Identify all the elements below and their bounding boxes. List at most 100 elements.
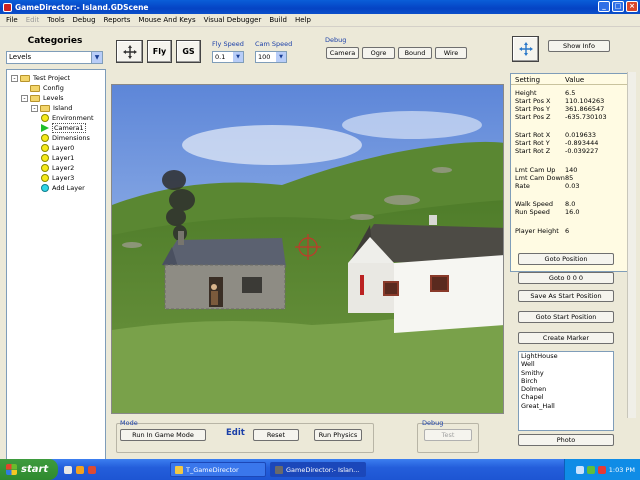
collapse-icon[interactable]: - bbox=[31, 104, 38, 112]
cam-speed-select[interactable]: 100 ▼ bbox=[255, 51, 287, 63]
property-row[interactable]: Start Rot Z -0.039227 bbox=[515, 147, 598, 155]
menu-file[interactable]: File bbox=[2, 16, 22, 24]
properties-toggle-button[interactable] bbox=[512, 36, 539, 62]
tree-node[interactable]: Camera1 bbox=[41, 123, 86, 133]
marker-list-item[interactable]: Great_Hall bbox=[519, 402, 613, 410]
media-player-icon[interactable] bbox=[88, 466, 96, 474]
close-button[interactable]: × bbox=[626, 1, 638, 12]
fly-button[interactable]: Fly bbox=[147, 40, 172, 63]
volume-icon[interactable] bbox=[586, 465, 595, 474]
property-value[interactable]: 16.0 bbox=[565, 208, 579, 216]
debug-camera-button[interactable]: Camera bbox=[326, 47, 359, 59]
property-row[interactable]: Walk Speed 8.0 bbox=[515, 200, 575, 208]
tree-node[interactable]: - Island bbox=[31, 103, 72, 113]
menu-reports[interactable]: Reports bbox=[100, 16, 135, 24]
property-value[interactable]: 0.019633 bbox=[565, 131, 596, 139]
tree-node[interactable]: Config bbox=[21, 83, 64, 93]
property-value[interactable]: -0.893444 bbox=[565, 139, 598, 147]
property-row[interactable]: Start Pos X 110.104263 bbox=[515, 97, 604, 105]
property-value[interactable]: 0.03 bbox=[565, 182, 579, 190]
goto-position-button[interactable]: Goto Position bbox=[518, 253, 614, 265]
gs-button[interactable]: GS bbox=[176, 40, 201, 63]
property-value[interactable]: 8.0 bbox=[565, 200, 575, 208]
property-row[interactable]: Player Height 6 bbox=[515, 227, 569, 235]
marker-list-item[interactable]: Birch bbox=[519, 377, 613, 385]
tree-node[interactable]: Environment bbox=[41, 113, 94, 123]
property-value[interactable]: 140 bbox=[565, 166, 577, 174]
category-select[interactable]: Levels ▼ bbox=[6, 51, 103, 64]
marker-list-item[interactable]: Smithy bbox=[519, 369, 613, 377]
network-icon[interactable] bbox=[575, 465, 584, 474]
desktop-icon[interactable] bbox=[64, 466, 72, 474]
move-tool-button[interactable] bbox=[116, 40, 143, 63]
goto-start-position-button[interactable]: Goto Start Position bbox=[518, 311, 614, 323]
run-in-game-mode-button[interactable]: Run In Game Mode bbox=[120, 429, 206, 441]
property-row[interactable]: Start Rot Y -0.893444 bbox=[515, 139, 598, 147]
test-button[interactable]: Test bbox=[424, 429, 472, 441]
debug-ogre-button[interactable]: Ogre bbox=[362, 47, 395, 59]
save-as-start-position-button[interactable]: Save As Start Position bbox=[518, 290, 614, 302]
marker-list-item[interactable]: Dolmen bbox=[519, 385, 613, 393]
tree-node[interactable]: - Levels bbox=[21, 93, 64, 103]
property-row[interactable]: Height 6.5 bbox=[515, 89, 575, 97]
tree-node[interactable]: Add Layer bbox=[41, 183, 85, 193]
taskbar-task-button[interactable]: GameDirector:- Islan... bbox=[270, 462, 366, 477]
marker-list[interactable]: LightHouse Well Smithy Birch Dolmen Chapel Gre… bbox=[518, 351, 614, 431]
menu-edit[interactable]: Edit bbox=[22, 16, 44, 24]
property-row[interactable]: Lmt Cam Up 140 bbox=[515, 166, 577, 174]
tree-node[interactable]: Layer3 bbox=[41, 173, 74, 183]
menu-debug[interactable]: Debug bbox=[69, 16, 100, 24]
chevron-down-icon[interactable]: ▼ bbox=[276, 52, 286, 62]
goto-0-0-0-button[interactable]: Goto 0 0 0 bbox=[518, 272, 614, 284]
property-setting: Start Rot Z bbox=[515, 147, 551, 155]
fly-speed-label: Fly Speed bbox=[212, 40, 244, 48]
photo-button[interactable]: Photo bbox=[518, 434, 614, 446]
chevron-down-icon[interactable]: ▼ bbox=[91, 52, 102, 63]
panel-scrollbar[interactable] bbox=[627, 72, 636, 418]
property-value[interactable]: 361.866547 bbox=[565, 105, 604, 113]
menu-tools[interactable]: Tools bbox=[43, 16, 68, 24]
marker-list-item[interactable]: Well bbox=[519, 360, 613, 368]
start-button[interactable]: start bbox=[0, 459, 58, 480]
property-value[interactable]: 6.5 bbox=[565, 89, 575, 97]
debug-wire-button[interactable]: Wire bbox=[435, 47, 467, 59]
tree-node[interactable]: Layer2 bbox=[41, 163, 74, 173]
property-row[interactable]: Start Pos Y 361.866547 bbox=[515, 105, 604, 113]
property-row[interactable]: Start Pos Z -635.730103 bbox=[515, 113, 607, 121]
chevron-down-icon[interactable]: ▼ bbox=[233, 52, 243, 62]
run-physics-button[interactable]: Run Physics bbox=[314, 429, 362, 441]
maximize-button[interactable]: □ bbox=[612, 1, 624, 12]
tree-node[interactable]: Dimensions bbox=[41, 133, 90, 143]
security-alert-icon[interactable] bbox=[597, 465, 606, 474]
menu-visual-debugger[interactable]: Visual Debugger bbox=[200, 16, 266, 24]
taskbar-task-button[interactable]: T_GameDirector bbox=[170, 462, 266, 477]
property-value[interactable]: 110.104263 bbox=[565, 97, 604, 105]
property-row[interactable]: Lmt Cam Down 85 bbox=[515, 174, 573, 182]
menu-help[interactable]: Help bbox=[291, 16, 315, 24]
create-marker-button[interactable]: Create Marker bbox=[518, 332, 614, 344]
property-setting: Start Pos Y bbox=[515, 105, 551, 113]
reset-button[interactable]: Reset bbox=[253, 429, 299, 441]
collapse-icon[interactable]: - bbox=[11, 74, 18, 82]
marker-list-item[interactable]: LightHouse bbox=[519, 352, 613, 360]
tree-node[interactable]: Layer1 bbox=[41, 153, 74, 163]
property-row[interactable]: Start Rot X 0.019633 bbox=[515, 131, 596, 139]
marker-list-item[interactable]: Chapel bbox=[519, 393, 613, 401]
fly-speed-select[interactable]: 0.1 ▼ bbox=[212, 51, 244, 63]
property-value[interactable]: -0.039227 bbox=[565, 147, 598, 155]
collapse-icon[interactable]: - bbox=[21, 94, 28, 102]
property-row[interactable]: Rate 0.03 bbox=[515, 182, 579, 190]
show-info-button[interactable]: Show Info bbox=[548, 40, 610, 52]
property-value[interactable]: -635.730103 bbox=[565, 113, 607, 121]
debug-bound-button[interactable]: Bound bbox=[398, 47, 432, 59]
tree-node[interactable]: Layer0 bbox=[41, 143, 74, 153]
scene-viewport[interactable] bbox=[111, 84, 504, 414]
property-value[interactable]: 6 bbox=[565, 227, 569, 235]
folder-icon[interactable] bbox=[76, 466, 84, 474]
menu-mouse-and-keys[interactable]: Mouse And Keys bbox=[134, 16, 199, 24]
minimize-button[interactable]: _ bbox=[598, 1, 610, 12]
menu-build[interactable]: Build bbox=[265, 16, 291, 24]
property-row[interactable]: Run Speed 16.0 bbox=[515, 208, 579, 216]
tree-node[interactable]: - Test Project bbox=[11, 73, 70, 83]
property-value[interactable]: 85 bbox=[565, 174, 573, 182]
